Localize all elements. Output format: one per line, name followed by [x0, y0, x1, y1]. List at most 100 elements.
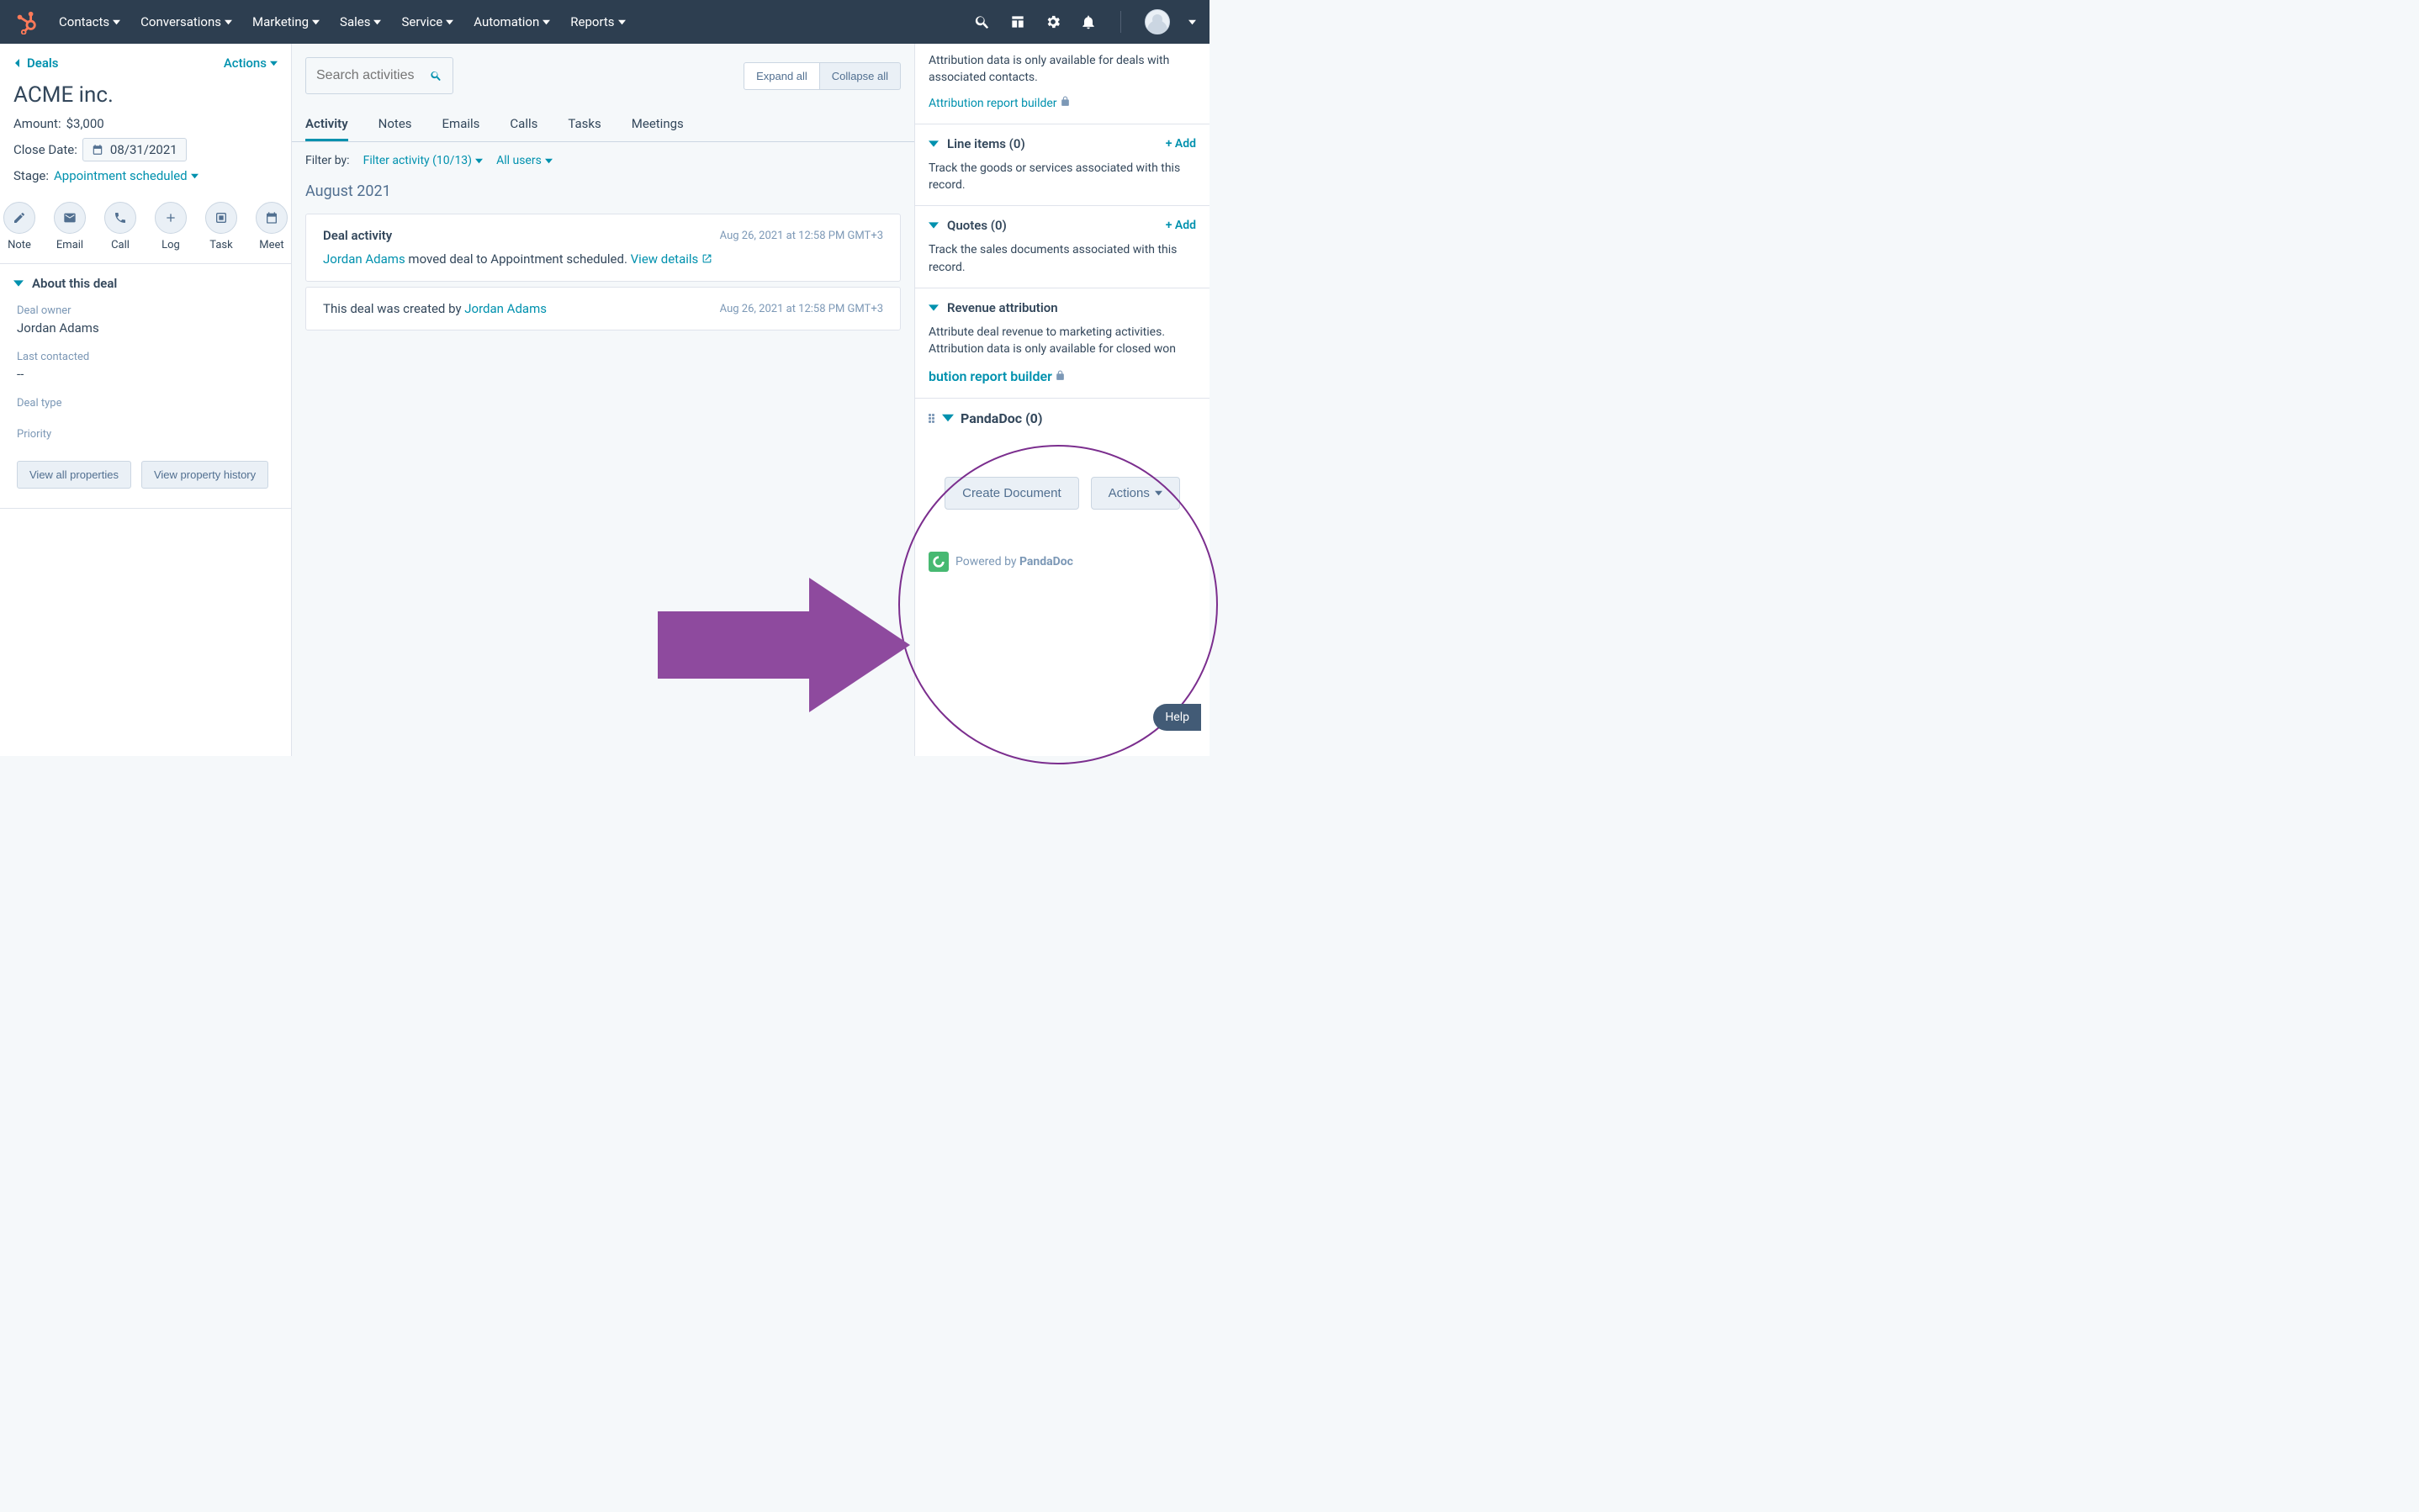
- chevron-down-icon: [191, 172, 198, 180]
- powered-by-pandadoc: Powered by PandaDoc: [929, 526, 1196, 572]
- search-activities[interactable]: [305, 57, 453, 94]
- nav-separator: [1120, 11, 1121, 33]
- nav-service[interactable]: Service: [401, 14, 453, 29]
- card1-title: Deal activity: [323, 228, 392, 243]
- help-button[interactable]: Help: [1153, 704, 1201, 731]
- tab-notes[interactable]: Notes: [378, 108, 412, 141]
- close-date-label: Close Date:: [13, 142, 77, 157]
- prop-last-contacted: Last contacted --: [0, 344, 291, 390]
- revenue-toggle[interactable]: Revenue attribution: [929, 300, 1058, 315]
- search-input[interactable]: [316, 68, 421, 83]
- collapse-all-button[interactable]: Collapse all: [820, 62, 901, 90]
- card1-timestamp: Aug 26, 2021 at 12:58 PM GMT+3: [720, 230, 883, 242]
- pandadoc-section: PandaDoc (0) Create Document Actions Pow…: [915, 399, 1210, 584]
- amount-value: $3,000: [66, 116, 104, 131]
- nav-sales[interactable]: Sales: [340, 14, 381, 29]
- account-caret-icon[interactable]: [1188, 19, 1196, 26]
- attribution-top-desc: Attribution data is only available for d…: [929, 44, 1196, 87]
- chevron-down-icon: [929, 220, 939, 230]
- stage-select[interactable]: Appointment scheduled: [54, 168, 198, 183]
- quick-actions: Note Email Call Log Task Meet: [0, 187, 291, 264]
- nav-menu: Contacts Conversations Marketing Sales S…: [59, 14, 974, 29]
- activity-card-1: Deal activity Aug 26, 2021 at 12:58 PM G…: [305, 214, 901, 282]
- hubspot-logo[interactable]: [13, 9, 39, 34]
- quotes-toggle[interactable]: Quotes (0): [929, 218, 1007, 233]
- search-icon[interactable]: [974, 13, 991, 30]
- nav-contacts[interactable]: Contacts: [59, 14, 120, 29]
- activity-panel: Expand all Collapse all Activity Notes E…: [292, 44, 915, 756]
- prop-priority: Priority: [0, 421, 291, 452]
- tab-meetings[interactable]: Meetings: [632, 108, 684, 141]
- marketplace-icon[interactable]: [1009, 13, 1026, 30]
- tab-calls[interactable]: Calls: [510, 108, 537, 141]
- meet-button[interactable]: Meet: [256, 202, 288, 251]
- activity-tabs: Activity Notes Emails Calls Tasks Meetin…: [292, 108, 914, 142]
- tab-activity[interactable]: Activity: [305, 108, 348, 141]
- card2-body-pre: This deal was created by: [323, 301, 464, 316]
- revenue-report-link[interactable]: bution report builder: [929, 367, 1052, 386]
- call-button[interactable]: Call: [104, 202, 136, 251]
- user-avatar[interactable]: [1145, 9, 1170, 34]
- notifications-icon[interactable]: [1080, 13, 1097, 30]
- calendar-icon: [92, 144, 103, 156]
- nav-reports[interactable]: Reports: [570, 14, 625, 29]
- settings-icon[interactable]: [1045, 13, 1061, 30]
- stage-label: Stage:: [13, 168, 49, 183]
- view-property-history-button[interactable]: View property history: [141, 461, 268, 489]
- view-all-properties-button[interactable]: View all properties: [17, 461, 131, 489]
- chevron-down-icon: [929, 139, 939, 149]
- line-items-desc: Track the goods or services associated w…: [929, 151, 1196, 194]
- pandadoc-actions-button[interactable]: Actions: [1091, 477, 1180, 510]
- quotes-desc: Track the sales documents associated wit…: [929, 233, 1196, 276]
- email-button[interactable]: Email: [54, 202, 86, 251]
- filter-by-label: Filter by:: [305, 154, 350, 167]
- chevron-down-icon: [1155, 489, 1162, 497]
- pandadoc-toggle[interactable]: PandaDoc (0): [929, 410, 1196, 426]
- search-icon: [430, 68, 442, 83]
- activity-card-2: This deal was created by Jordan Adams Au…: [305, 287, 901, 330]
- card2-user-link[interactable]: Jordan Adams: [464, 301, 547, 316]
- drag-handle-icon[interactable]: [929, 414, 935, 423]
- line-items-add[interactable]: + Add: [1166, 137, 1196, 151]
- chevron-down-icon: [13, 278, 24, 288]
- chevron-left-icon: [13, 59, 22, 67]
- chevron-down-icon: [942, 412, 954, 424]
- expand-all-button[interactable]: Expand all: [744, 62, 820, 90]
- close-date-input[interactable]: 08/31/2021: [82, 138, 187, 161]
- filter-activity-dropdown[interactable]: Filter activity (10/13): [363, 154, 483, 167]
- create-document-button[interactable]: Create Document: [945, 477, 1079, 510]
- tab-tasks[interactable]: Tasks: [568, 108, 601, 141]
- chevron-down-icon: [270, 60, 278, 67]
- left-sidebar: Deals Actions ACME inc. Amount: $3,000 C…: [0, 44, 292, 756]
- chevron-down-icon: [475, 157, 483, 165]
- amount-label: Amount:: [13, 116, 61, 131]
- lock-icon: [1055, 370, 1066, 381]
- about-this-deal-header[interactable]: About this deal: [0, 264, 291, 298]
- revenue-attribution-section: Revenue attribution Attribute deal reven…: [915, 288, 1210, 399]
- tab-emails[interactable]: Emails: [442, 108, 480, 141]
- line-items-toggle[interactable]: Line items (0): [929, 136, 1025, 151]
- quotes-add[interactable]: + Add: [1166, 219, 1196, 232]
- nav-conversations[interactable]: Conversations: [140, 14, 232, 29]
- lock-icon: [1060, 96, 1071, 107]
- card1-view-details[interactable]: View details: [631, 251, 699, 267]
- prop-deal-owner: Deal owner Jordan Adams: [0, 298, 291, 344]
- card1-body: moved deal to Appointment scheduled.: [405, 251, 631, 267]
- chevron-down-icon: [929, 303, 939, 313]
- log-button[interactable]: Log: [155, 202, 187, 251]
- note-button[interactable]: Note: [3, 202, 35, 251]
- nav-marketing[interactable]: Marketing: [252, 14, 320, 29]
- line-items-section: Line items (0) + Add Track the goods or …: [915, 124, 1210, 207]
- card1-user-link[interactable]: Jordan Adams: [323, 251, 405, 267]
- deal-actions-dropdown[interactable]: Actions: [224, 56, 278, 71]
- prop-deal-type: Deal type: [0, 390, 291, 421]
- card2-timestamp: Aug 26, 2021 at 12:58 PM GMT+3: [720, 303, 883, 315]
- chevron-down-icon: [545, 157, 553, 165]
- nav-automation[interactable]: Automation: [474, 14, 550, 29]
- back-to-deals[interactable]: Deals: [13, 56, 59, 71]
- filter-users-dropdown[interactable]: All users: [496, 154, 553, 167]
- attribution-report-builder-link[interactable]: Attribution report builder: [929, 95, 1057, 112]
- task-button[interactable]: Task: [205, 202, 237, 251]
- quotes-section: Quotes (0) + Add Track the sales documen…: [915, 206, 1210, 288]
- nav-right: [974, 9, 1196, 34]
